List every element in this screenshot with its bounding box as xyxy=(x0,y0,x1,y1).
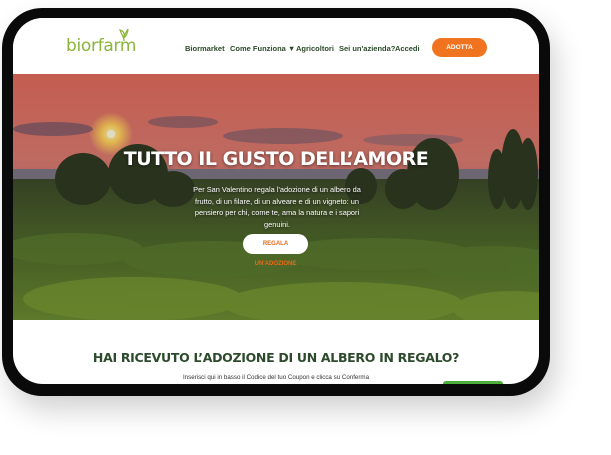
device-frame: biorfarm Biormarket Come Funziona ▼ Agri… xyxy=(2,8,550,396)
adotta-button[interactable]: ADOTTA xyxy=(432,38,487,57)
gift-section-title: HAI RICEVUTO L’ADOZIONE DI UN ALBERO IN … xyxy=(92,350,460,365)
hero-banner: TUTTO IL GUSTO DELL’AMORE Per San Valent… xyxy=(13,74,539,320)
nav-come-funziona[interactable]: Come Funziona ▼ xyxy=(230,44,295,53)
confirm-button-edge[interactable] xyxy=(443,381,503,384)
hero-description: Per San Valentino regala l'adozione di u… xyxy=(193,185,361,229)
browser-screen: biorfarm Biormarket Come Funziona ▼ Agri… xyxy=(13,18,539,384)
site-header: biorfarm Biormarket Come Funziona ▼ Agri… xyxy=(13,18,539,74)
leaf-icon xyxy=(119,28,129,42)
biorfarm-logo[interactable]: biorfarm xyxy=(66,28,136,56)
regala-adozione-button[interactable]: REGALA UN'ADOZIONE xyxy=(243,234,308,267)
nav-agricoltori[interactable]: Agricoltori xyxy=(296,44,334,53)
nav-sei-un-azienda[interactable]: Sei un'azienda? xyxy=(339,44,395,53)
gift-section-subtitle: Inserisci qui in basso il Codice del tuo… xyxy=(182,374,370,381)
nav-biormarket[interactable]: Biormarket xyxy=(185,44,225,53)
hero-title: TUTTO IL GUSTO DELL’AMORE xyxy=(123,148,429,170)
nav-accedi[interactable]: Accedi xyxy=(395,44,420,53)
